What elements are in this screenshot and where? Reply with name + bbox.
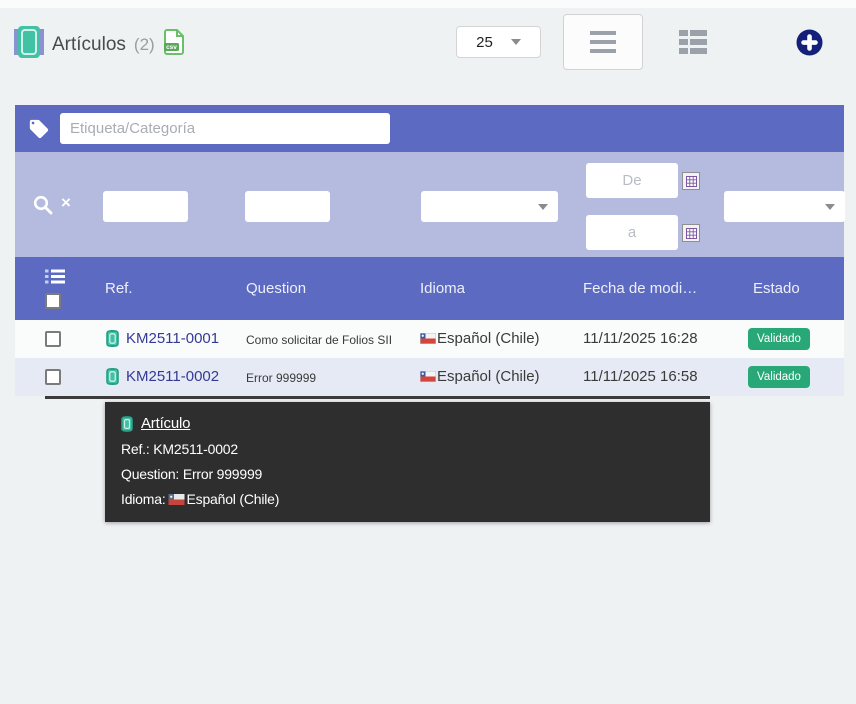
article-icon bbox=[106, 368, 119, 390]
date-from-calendar-button[interactable] bbox=[682, 172, 700, 190]
clear-search-icon[interactable]: × bbox=[61, 194, 71, 211]
row-checkbox[interactable] bbox=[45, 369, 61, 385]
column-header-question[interactable]: Question bbox=[246, 280, 306, 297]
idioma-filter-select[interactable] bbox=[421, 191, 558, 222]
list-view-button[interactable] bbox=[563, 14, 643, 70]
fecha-cell: 11/11/2025 16:58 bbox=[583, 368, 698, 385]
ref-filter-input[interactable] bbox=[103, 191, 188, 222]
title-group: Artículos (2) csv bbox=[14, 26, 185, 63]
tag-filter-bar bbox=[15, 105, 844, 152]
column-header-ref[interactable]: Ref. bbox=[105, 280, 133, 297]
article-icon bbox=[121, 416, 133, 432]
status-badge: Validado bbox=[748, 328, 810, 350]
question-cell: Como solicitar de Folios SII bbox=[246, 333, 392, 347]
table-bottom-border bbox=[45, 396, 710, 399]
article-tooltip: Artículo Ref.: KM2511-0002 Question: Err… bbox=[105, 402, 710, 522]
tag-icon bbox=[28, 118, 50, 140]
column-header-estado[interactable]: Estado bbox=[753, 280, 800, 297]
table-row: KM2511-0001 Como solicitar de Folios SII… bbox=[15, 320, 844, 358]
table-header: Ref. Question Idioma Fecha de modi… Esta… bbox=[15, 257, 844, 320]
svg-text:csv: csv bbox=[166, 44, 177, 51]
fecha-cell: 11/11/2025 16:28 bbox=[583, 330, 698, 347]
chile-flag-icon bbox=[168, 494, 185, 505]
item-count: (2) bbox=[134, 35, 155, 55]
tooltip-question: Question: Error 999999 bbox=[121, 466, 694, 482]
chevron-down-icon bbox=[538, 204, 548, 210]
row-checkbox[interactable] bbox=[45, 331, 61, 347]
date-from-input[interactable] bbox=[586, 163, 678, 198]
search-filter-bar: × bbox=[15, 152, 844, 257]
csv-export-icon[interactable]: csv bbox=[163, 29, 185, 60]
hamburger-icon bbox=[590, 31, 616, 35]
article-ref-link[interactable]: KM2511-0002 bbox=[126, 368, 219, 385]
status-badge: Validado bbox=[748, 366, 810, 388]
page-title: Artículos bbox=[52, 34, 126, 56]
date-to-calendar-button[interactable] bbox=[682, 224, 700, 242]
tooltip-title: Artículo bbox=[121, 415, 694, 432]
top-strip bbox=[0, 0, 856, 8]
select-all-checkbox[interactable] bbox=[45, 293, 61, 309]
chile-flag-icon bbox=[420, 371, 436, 382]
massive-actions-icon[interactable] bbox=[45, 269, 65, 289]
page-size-select[interactable]: 25 bbox=[456, 26, 541, 58]
grid-view-button[interactable] bbox=[679, 30, 709, 54]
calendar-icon bbox=[686, 176, 697, 187]
chevron-down-icon bbox=[825, 204, 835, 210]
date-to-input[interactable] bbox=[586, 215, 678, 250]
page-size-value: 25 bbox=[476, 34, 493, 51]
tag-category-input[interactable] bbox=[60, 113, 390, 144]
tooltip-ref: Ref.: KM2511-0002 bbox=[121, 441, 694, 457]
table-row: KM2511-0002 Error 999999 Español (Chile)… bbox=[15, 358, 844, 396]
articles-list-screen: Artículos (2) csv 25 bbox=[0, 0, 856, 704]
article-ref-link[interactable]: KM2511-0001 bbox=[126, 330, 219, 347]
idioma-cell: Español (Chile) bbox=[420, 368, 540, 385]
question-filter-input[interactable] bbox=[245, 191, 330, 222]
calendar-icon bbox=[686, 228, 697, 239]
search-icon[interactable] bbox=[33, 195, 53, 220]
tooltip-idioma: Idioma: Español (Chile) bbox=[121, 491, 694, 507]
add-article-button[interactable] bbox=[796, 29, 823, 56]
article-book-icon bbox=[14, 26, 44, 63]
plus-icon bbox=[796, 29, 823, 56]
idioma-cell: Español (Chile) bbox=[420, 330, 540, 347]
column-header-fecha[interactable]: Fecha de modi… bbox=[583, 280, 697, 297]
chile-flag-icon bbox=[420, 333, 436, 344]
chevron-down-icon bbox=[511, 39, 521, 45]
column-header-idioma[interactable]: Idioma bbox=[420, 280, 465, 297]
estado-filter-select[interactable] bbox=[724, 191, 845, 222]
question-cell: Error 999999 bbox=[246, 371, 316, 385]
article-icon bbox=[106, 330, 119, 352]
